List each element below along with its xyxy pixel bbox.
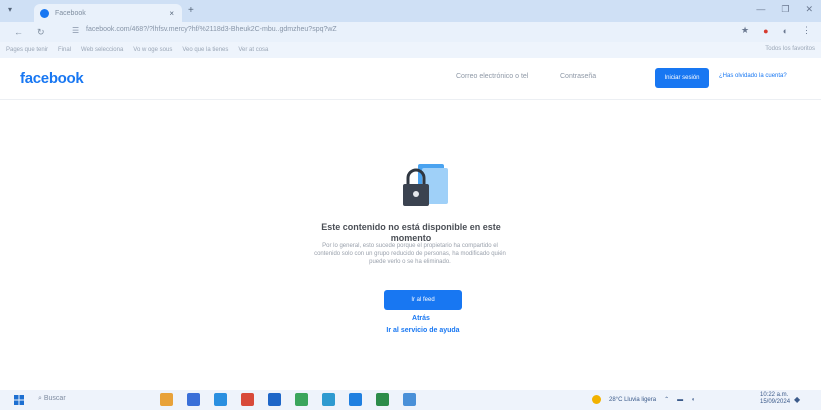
maximize-icon[interactable]: ❐ xyxy=(781,4,789,15)
app-icon[interactable] xyxy=(160,393,173,406)
system-tray: 28°C Lluvia ligera ⌃ ▬ ◖ xyxy=(592,395,695,404)
bookmark-item[interactable]: Web selecciona xyxy=(81,47,123,53)
clock[interactable]: 10:22 a.m. 15/09/2024 xyxy=(760,392,790,406)
extension-icon[interactable]: ● xyxy=(763,26,768,36)
login-button[interactable]: Iniciar sesión xyxy=(655,68,709,88)
taskbar-apps xyxy=(160,393,416,406)
tab-title: Facebook xyxy=(55,9,86,17)
bookmark-item[interactable]: Veo que la tienes xyxy=(182,47,228,53)
browser-toolbar-right: ★ ● ◐ ⋮ xyxy=(741,25,811,36)
app-icon[interactable] xyxy=(349,393,362,406)
bookmark-item[interactable]: Vo w oge sous xyxy=(133,47,172,53)
back-link[interactable]: Atrás xyxy=(396,315,446,322)
app-icon[interactable] xyxy=(322,393,335,406)
bookmark-star-icon[interactable]: ★ xyxy=(741,25,749,36)
close-tab-icon[interactable]: × xyxy=(169,9,174,18)
reload-icon[interactable]: ↻ xyxy=(37,27,45,38)
bookmark-item[interactable]: Final xyxy=(58,47,71,53)
app-icon[interactable] xyxy=(376,393,389,406)
app-icon[interactable] xyxy=(214,393,227,406)
weather-icon xyxy=(592,395,601,404)
weather-text[interactable]: 28°C Lluvia ligera xyxy=(609,397,656,403)
site-info-icon[interactable]: ☰ xyxy=(72,26,79,35)
bookmark-item[interactable]: Ver at cosa xyxy=(238,47,268,53)
app-icon[interactable] xyxy=(295,393,308,406)
all-bookmarks-link[interactable]: Todos los favoritos xyxy=(765,46,815,52)
profile-icon[interactable]: ◐ xyxy=(783,26,788,36)
menu-icon[interactable]: ⋮ xyxy=(802,25,811,36)
minimize-icon[interactable]: — xyxy=(756,4,765,15)
facebook-logo[interactable]: facebook xyxy=(20,70,84,87)
clock-time: 10:22 a.m. xyxy=(760,392,789,398)
go-to-feed-button[interactable]: Ir al feed xyxy=(384,290,462,310)
url-field[interactable]: facebook.com/468?/?lhfsv.mercy?hf/%2118d… xyxy=(86,26,337,33)
taskbar-search-label: Buscar xyxy=(43,395,66,402)
app-icon[interactable] xyxy=(403,393,416,406)
new-tab-button[interactable]: + xyxy=(188,5,194,16)
tab-list-icon[interactable]: ▾ xyxy=(8,5,12,14)
lock-icon xyxy=(403,164,448,206)
taskbar: ⌕ Buscar 28°C Lluvia ligera ⌃ ▬ ◖ 10:22 … xyxy=(0,390,821,410)
browser-tab[interactable]: Facebook × xyxy=(34,4,182,22)
app-icon[interactable] xyxy=(241,393,254,406)
clock-date: 15/09/2024 xyxy=(760,399,791,405)
chevron-up-icon[interactable]: ⌃ xyxy=(664,396,669,403)
windows-start-icon[interactable] xyxy=(14,395,24,405)
bookmark-item[interactable]: Pages que tenir xyxy=(6,47,48,53)
email-field[interactable]: Correo electrónico o tel xyxy=(456,73,528,80)
password-field[interactable]: Contraseña xyxy=(560,73,596,80)
address-bar: ← ↻ ☰ facebook.com/468?/?lhfsv.mercy?hf/… xyxy=(0,22,821,42)
window-controls: — ❐ ✕ xyxy=(756,4,813,15)
bookmarks-bar: Pages que tenir Final Web selecciona Vo … xyxy=(0,42,821,58)
notice-title: Este contenido no está disponible en est… xyxy=(321,222,501,243)
app-icon[interactable] xyxy=(187,393,200,406)
forgot-account-link[interactable]: ¿Has olvidado la cuenta? xyxy=(719,73,787,79)
browser-tab-bar: ▾ Facebook × + — ❐ ✕ xyxy=(0,0,821,22)
facebook-favicon-icon xyxy=(40,8,49,18)
taskbar-search[interactable]: ⌕ Buscar xyxy=(38,395,66,403)
volume-icon[interactable]: ◖ xyxy=(691,397,695,403)
notification-icon[interactable]: ◆ xyxy=(794,395,800,404)
close-window-icon[interactable]: ✕ xyxy=(805,4,813,15)
help-center-link[interactable]: Ir al servicio de ayuda xyxy=(360,327,486,334)
network-icon[interactable]: ▬ xyxy=(677,397,683,403)
back-icon[interactable]: ← xyxy=(14,27,23,37)
app-icon[interactable] xyxy=(268,393,281,406)
notice-body: Por lo general, esto sucede porque el pr… xyxy=(314,243,506,265)
